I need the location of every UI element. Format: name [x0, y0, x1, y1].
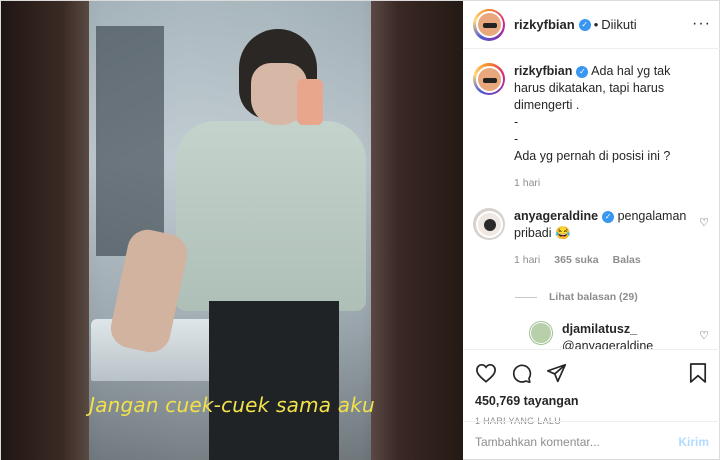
comment-likes[interactable]: 365 suka: [554, 254, 598, 266]
video-person-hand: [297, 79, 323, 125]
post-caption: rizkyfbian ✓ Ada hal yg tak harus dikatak…: [473, 63, 711, 192]
author-username[interactable]: rizkyfbian: [514, 17, 575, 32]
comments-list[interactable]: rizkyfbian ✓ Ada hal yg tak harus dikatak…: [463, 49, 720, 349]
video-person-legs: [209, 301, 339, 460]
commenter-avatar[interactable]: [473, 208, 505, 240]
caption-line-4: Ada yg pernah di posisi ini ?: [514, 149, 671, 163]
video-person-body: [176, 121, 366, 311]
instagram-post-window: Jangan cuek-cuek sama aku rizkyfbian ✓ •…: [0, 0, 720, 460]
post-header: rizkyfbian ✓ • Diikuti ···: [463, 1, 720, 49]
view-count[interactable]: 450,769 tayangan: [475, 394, 711, 408]
heart-icon[interactable]: [475, 363, 497, 383]
add-comment-input[interactable]: [475, 434, 665, 449]
reply-text: djamilatusz_ @anyageraldine @rizkyfbian …: [562, 321, 692, 349]
video-caption: Jangan cuek-cuek sama aku: [89, 393, 375, 417]
comment-item: anyageraldine ✓ pengalaman pribadi 😂 1 ha…: [473, 208, 711, 269]
comment-time[interactable]: 1 hari: [514, 254, 540, 266]
add-comment-bar: Kirim: [463, 421, 720, 460]
view-replies-label[interactable]: Lihat balasan (29): [549, 291, 638, 303]
post-video[interactable]: Jangan cuek-cuek sama aku: [1, 1, 463, 460]
replies-divider: [515, 296, 537, 298]
verified-badge-icon: ✓: [576, 65, 589, 78]
reply-body: @anyageraldine @rizkyfbian hajatan terka…: [562, 339, 654, 349]
reply-button[interactable]: Balas: [613, 254, 641, 266]
reply-username[interactable]: djamilatusz_: [562, 322, 637, 336]
caption-line-2: -: [514, 115, 519, 129]
replier-avatar[interactable]: [529, 321, 553, 345]
post-comment-button[interactable]: Kirim: [678, 435, 709, 449]
verified-badge-icon: ✓: [578, 18, 591, 31]
video-door-left: [1, 1, 89, 460]
post-actions: 450,769 tayangan 1 HARI YANG LALU: [463, 349, 720, 426]
verified-badge-icon: ✓: [602, 210, 615, 223]
more-options-icon[interactable]: ···: [692, 15, 711, 33]
action-icons: [475, 360, 711, 386]
follow-status[interactable]: Diikuti: [601, 17, 636, 32]
view-replies-button[interactable]: Lihat balasan (29): [515, 291, 711, 303]
comment-like-heart-icon[interactable]: ♡: [699, 216, 709, 229]
caption-line-3: -: [514, 132, 519, 146]
video-panel: [96, 26, 164, 256]
share-icon[interactable]: [546, 363, 567, 384]
caption-text: rizkyfbian ✓ Ada hal yg tak harus dikatak…: [514, 63, 704, 192]
comment-text: anyageraldine ✓ pengalaman pribadi 😂 1 ha…: [514, 208, 704, 269]
comment-icon[interactable]: [511, 363, 532, 384]
reply-like-heart-icon[interactable]: ♡: [699, 329, 709, 342]
caption-username[interactable]: rizkyfbian: [514, 64, 572, 78]
comment-meta: 1 hari 365 suka Balas: [514, 252, 704, 269]
caption-meta: 1 hari: [514, 175, 704, 192]
separator-dot: •: [593, 17, 599, 32]
author-avatar[interactable]: [473, 63, 505, 95]
bookmark-icon[interactable]: [689, 362, 707, 384]
caption-time[interactable]: 1 hari: [514, 177, 540, 189]
video-door-right: [371, 1, 463, 460]
reply-item: djamilatusz_ @anyageraldine @rizkyfbian …: [529, 321, 711, 349]
author-avatar[interactable]: [473, 8, 505, 41]
comment-username[interactable]: anyageraldine: [514, 209, 598, 223]
